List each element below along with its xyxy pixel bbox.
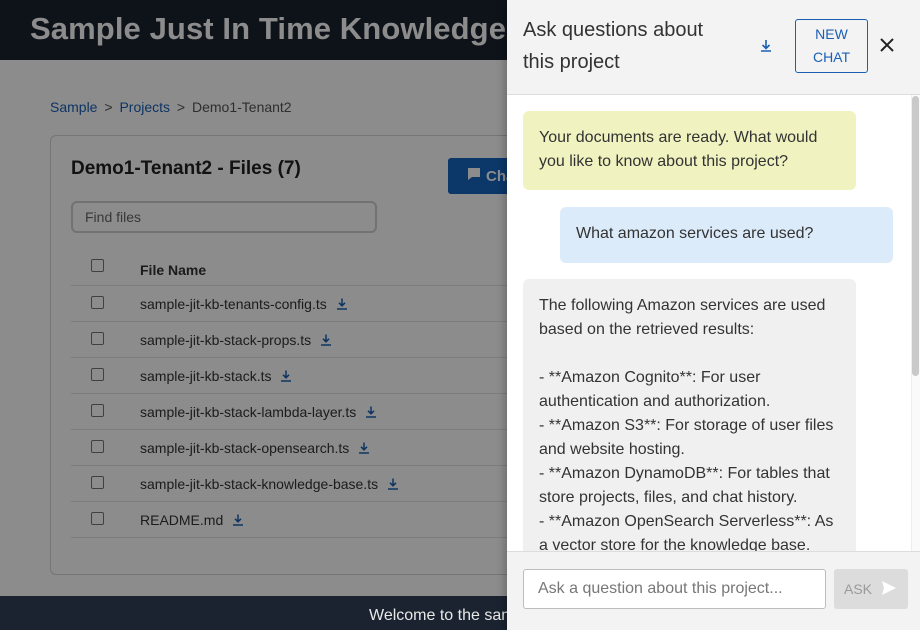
chat-question-input[interactable] <box>523 569 826 609</box>
user-message: What amazon services are used? <box>560 207 893 263</box>
close-icon[interactable] <box>877 35 897 55</box>
download-icon[interactable] <box>758 38 774 54</box>
new-chat-button[interactable]: NEW CHAT <box>795 19 868 73</box>
chat-header: Ask questions about this project NEW CHA… <box>507 0 920 95</box>
chat-messages[interactable]: Your documents are ready. What would you… <box>507 95 920 551</box>
new-chat-label-line1: NEW <box>815 26 848 42</box>
chat-title: Ask questions about this project <box>523 19 704 73</box>
new-chat-label-line2: CHAT <box>812 49 851 65</box>
assistant-message: The following Amazon services are used b… <box>523 279 856 551</box>
ask-button[interactable]: ASK <box>834 569 908 609</box>
ask-button-label: ASK <box>843 581 872 597</box>
chat-input-area: ASK <box>507 551 920 630</box>
send-icon <box>880 579 898 600</box>
chat-panel: Ask questions about this project NEW CHA… <box>507 0 920 630</box>
chat-scrollbar-thumb[interactable] <box>912 96 919 376</box>
assistant-message: Your documents are ready. What would you… <box>523 111 856 190</box>
